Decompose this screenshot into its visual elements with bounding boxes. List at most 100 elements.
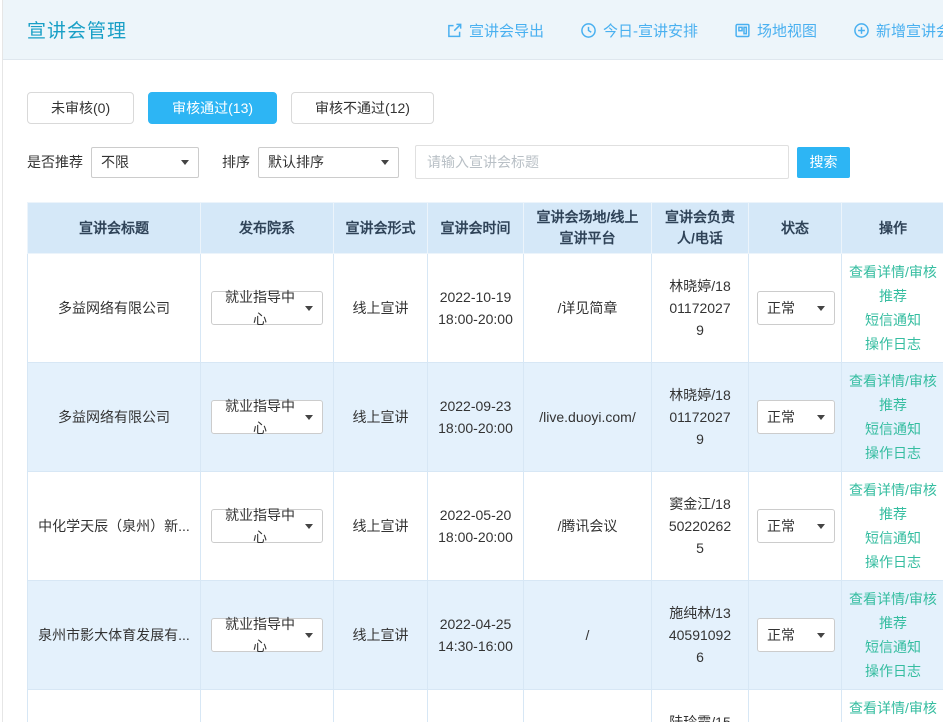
cell-contact: 窦金江/18502202625 (652, 472, 749, 581)
column-header-title: 宣讲会标题 (28, 203, 201, 254)
action-view-audit[interactable]: 查看详情/审核 (844, 260, 942, 284)
cell-status: 正常 (749, 254, 842, 363)
action-recommend[interactable]: 推荐 (844, 284, 942, 308)
cell-form: 线上宣讲 (334, 690, 428, 722)
presentation-time: 18:00-20:00 (436, 417, 515, 439)
cell-form: 线上宣讲 (334, 363, 428, 472)
presentation-date: 2022-04-25 (436, 613, 515, 635)
action-operation-log[interactable]: 操作日志 (844, 332, 942, 356)
action-view-audit[interactable]: 查看详情/审核 (844, 369, 942, 393)
cell-department: 就业指导中心 (201, 581, 334, 690)
venue-view-link-label: 场地视图 (757, 20, 817, 41)
status-select[interactable]: 正常 (757, 618, 835, 652)
cell-time: 2022-02-18 15:00-16:00 (428, 690, 524, 722)
action-operation-log[interactable]: 操作日志 (844, 659, 942, 683)
chevron-down-icon (305, 415, 313, 420)
today-schedule-link[interactable]: 今日-宣讲安排 (580, 20, 698, 41)
sort-select-value: 默认排序 (268, 152, 324, 172)
export-presentations-link[interactable]: 宣讲会导出 (446, 20, 544, 41)
plus-circle-icon (853, 22, 870, 39)
cell-venue: /详见简章 (524, 254, 652, 363)
department-select[interactable]: 就业指导中心 (211, 291, 323, 325)
tab-rejected[interactable]: 审核不通过(12) (291, 92, 434, 124)
chevron-down-icon (817, 524, 825, 529)
cell-actions: 查看详情/审核 推荐 短信通知 操作日志 (842, 472, 943, 581)
layout-icon (734, 22, 751, 39)
cell-department: 就业指导中心 (201, 254, 334, 363)
presentation-table: 宣讲会标题 发布院系 宣讲会形式 宣讲会时间 宣讲会场地/线上宣讲平台 宣讲会负… (27, 202, 943, 722)
action-recommend[interactable]: 推荐 (844, 611, 942, 635)
clock-icon (580, 22, 597, 39)
chevron-down-icon (817, 306, 825, 311)
presentation-time: 18:00-20:00 (436, 308, 515, 330)
action-view-audit[interactable]: 查看详情/审核 (844, 587, 942, 611)
venue-view-link[interactable]: 场地视图 (734, 20, 817, 41)
cell-time: 2022-04-25 14:30-16:00 (428, 581, 524, 690)
table-row: 中化学天辰（泉州）新... 就业指导中心 线上宣讲 2022-05-20 18:… (28, 472, 943, 581)
cell-actions: 查看详情/审核 推荐 短信通知 操作日志 (842, 690, 943, 722)
column-header-venue: 宣讲会场地/线上宣讲平台 (524, 203, 652, 254)
topbar: 宣讲会管理 宣讲会导出 今日-宣讲安排 (3, 0, 943, 60)
chevron-down-icon (181, 160, 189, 165)
action-operation-log[interactable]: 操作日志 (844, 441, 942, 465)
status-select-value: 正常 (767, 624, 795, 646)
chevron-down-icon (305, 524, 313, 529)
action-view-audit[interactable]: 查看详情/审核 (844, 696, 942, 720)
cell-department: 就业指导中心 (201, 472, 334, 581)
sort-filter-label: 排序 (222, 152, 250, 172)
table-row: 多益网络有限公司 就业指导中心 线上宣讲 2022-09-23 18:00-20… (28, 363, 943, 472)
recommend-select[interactable]: 不限 (91, 147, 199, 178)
department-select[interactable]: 就业指导中心 (211, 400, 323, 434)
department-select[interactable]: 就业指导中心 (211, 509, 323, 543)
department-select-value: 就业指导中心 (221, 286, 299, 330)
page-title: 宣讲会管理 (27, 16, 127, 43)
table-row: 泉州市影大体育发展有... 就业指导中心 线上宣讲 2022-04-25 14:… (28, 581, 943, 690)
table-header-row: 宣讲会标题 发布院系 宣讲会形式 宣讲会时间 宣讲会场地/线上宣讲平台 宣讲会负… (28, 203, 943, 254)
table-row: 多益网络有限公司 就业指导中心 线上宣讲 2022-10-19 18:00-20… (28, 254, 943, 363)
cell-title: 泉州市影大体育发展有... (28, 581, 201, 690)
chevron-down-icon (381, 160, 389, 165)
status-tabs: 未审核(0) 审核通过(13) 审核不通过(12) (27, 92, 943, 124)
status-select[interactable]: 正常 (757, 291, 835, 325)
search-input[interactable] (415, 145, 789, 179)
cell-department: 就业指导中心 (201, 363, 334, 472)
chevron-down-icon (817, 415, 825, 420)
action-sms-notify[interactable]: 短信通知 (844, 526, 942, 550)
cell-actions: 查看详情/审核 推荐 短信通知 操作日志 (842, 254, 943, 363)
page: 宣讲会管理 宣讲会导出 今日-宣讲安排 (2, 0, 943, 722)
action-recommend[interactable]: 推荐 (844, 393, 942, 417)
column-header-status: 状态 (749, 203, 842, 254)
add-presentation-link[interactable]: 新增宣讲会 (853, 20, 943, 41)
status-select[interactable]: 正常 (757, 509, 835, 543)
topbar-links: 宣讲会导出 今日-宣讲安排 场地视图 (446, 0, 943, 60)
column-header-department: 发布院系 (201, 203, 334, 254)
action-sms-notify[interactable]: 短信通知 (844, 417, 942, 441)
cell-time: 2022-10-19 18:00-20:00 (428, 254, 524, 363)
cell-title: 泉州科发卫浴有限公司 (28, 690, 201, 722)
status-select[interactable]: 正常 (757, 400, 835, 434)
cell-title: 多益网络有限公司 (28, 363, 201, 472)
cell-time: 2022-09-23 18:00-20:00 (428, 363, 524, 472)
action-operation-log[interactable]: 操作日志 (844, 550, 942, 574)
cell-time: 2022-05-20 18:00-20:00 (428, 472, 524, 581)
tab-approved[interactable]: 审核通过(13) (148, 92, 277, 124)
column-header-contact: 宣讲会负责人/电话 (652, 203, 749, 254)
tab-unreviewed[interactable]: 未审核(0) (27, 92, 134, 124)
sort-select[interactable]: 默认排序 (258, 147, 399, 178)
cell-contact: 陆玲霞/15160338590 (652, 690, 749, 722)
search-button[interactable]: 搜索 (797, 147, 850, 178)
column-header-operations: 操作 (842, 203, 943, 254)
chevron-down-icon (305, 306, 313, 311)
action-sms-notify[interactable]: 短信通知 (844, 308, 942, 332)
presentation-date: 2022-09-23 (436, 395, 515, 417)
column-header-form: 宣讲会形式 (334, 203, 428, 254)
today-link-label: 今日-宣讲安排 (603, 20, 698, 41)
action-view-audit[interactable]: 查看详情/审核 (844, 478, 942, 502)
department-select[interactable]: 就业指导中心 (211, 618, 323, 652)
cell-venue: / (524, 581, 652, 690)
action-recommend[interactable]: 推荐 (844, 502, 942, 526)
status-select-value: 正常 (767, 515, 795, 537)
action-sms-notify[interactable]: 短信通知 (844, 635, 942, 659)
status-select-value: 正常 (767, 406, 795, 428)
cell-form: 线上宣讲 (334, 472, 428, 581)
